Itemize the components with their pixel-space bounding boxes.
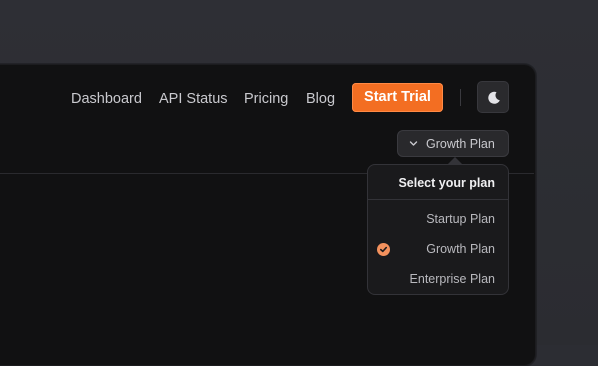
plan-option-startup[interactable]: Startup Plan <box>368 204 508 234</box>
check-circle-icon <box>377 243 390 256</box>
theme-toggle-button[interactable] <box>477 81 509 113</box>
plan-option-label: Growth Plan <box>426 242 495 256</box>
start-trial-button[interactable]: Start Trial <box>352 83 443 112</box>
chevron-down-icon <box>409 141 418 146</box>
nav-link-dashboard[interactable]: Dashboard <box>71 91 142 107</box>
nav-divider <box>460 89 461 106</box>
moon-icon <box>488 91 500 104</box>
plan-select-trigger[interactable]: Growth Plan <box>397 130 509 157</box>
plan-dropdown-menu: Select your plan Startup Plan Growth Pla… <box>367 164 509 295</box>
plan-option-label: Enterprise Plan <box>409 272 495 286</box>
dropdown-caret <box>448 157 462 164</box>
plan-select-value: Growth Plan <box>426 137 495 151</box>
dropdown-header: Select your plan <box>368 165 508 200</box>
plan-option-enterprise[interactable]: Enterprise Plan <box>368 264 508 294</box>
nav-link-pricing[interactable]: Pricing <box>244 91 288 107</box>
plan-option-growth[interactable]: Growth Plan <box>368 234 508 264</box>
nav-link-blog[interactable]: Blog <box>306 91 335 107</box>
plan-option-label: Startup Plan <box>426 212 495 226</box>
dropdown-title: Select your plan <box>398 176 495 190</box>
nav-link-api-status[interactable]: API Status <box>159 91 228 107</box>
